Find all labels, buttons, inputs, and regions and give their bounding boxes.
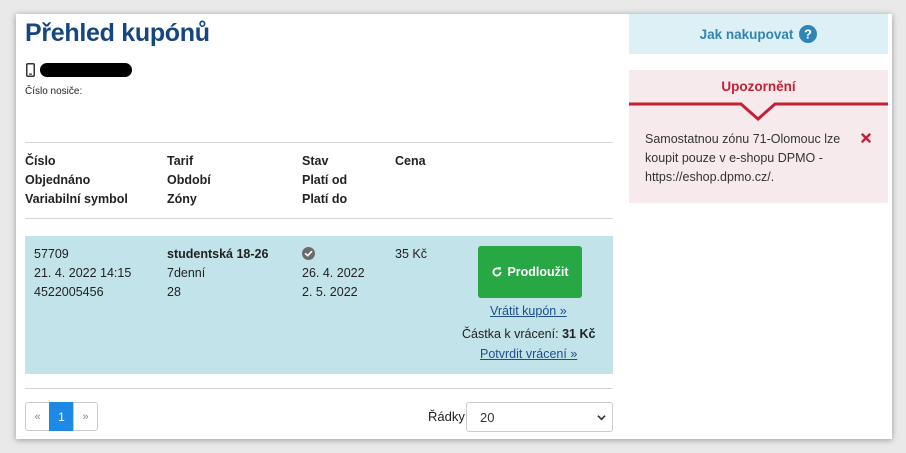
- carrier-number-label: Číslo nosiče:: [25, 86, 83, 97]
- chevron-down-icon: [597, 415, 606, 421]
- warning-title: Upozornění: [721, 79, 796, 94]
- svg-text:?: ?: [804, 27, 812, 42]
- refresh-icon: [493, 267, 502, 277]
- column-header-tariff: Tarif Období Zóny: [167, 154, 211, 206]
- pagination: « 1 »: [25, 402, 98, 431]
- cell-price: 35 Kč: [395, 247, 427, 261]
- redacted-carrier-number: [40, 63, 132, 77]
- cell-number: 57709 21. 4. 2022 14:15 4522005456: [34, 247, 132, 299]
- main-content: Přehled kupónů Číslo nosiče: Číslo Objed…: [25, 14, 613, 439]
- warning-divider: [629, 102, 888, 122]
- column-header-number: Číslo Objednáno Variabilní symbol: [25, 154, 128, 206]
- column-header-price: Cena: [395, 154, 426, 168]
- pagination-page-1[interactable]: 1: [49, 402, 74, 431]
- cell-tariff: studentská 18-26 7denní 28: [167, 247, 269, 299]
- column-header-status: Stav Platí od Platí do: [302, 154, 348, 206]
- confirm-return-link[interactable]: Potvrdit vrácení »: [480, 347, 577, 361]
- pagination-prev[interactable]: «: [25, 402, 50, 431]
- divider: [25, 388, 613, 389]
- refund-amount: Částka k vrácení: 31 Kč: [462, 327, 596, 341]
- divider: [25, 218, 613, 219]
- sidebar: Jak nakupovat ? Upozornění Samostatnou z…: [629, 14, 888, 439]
- page-title: Přehled kupónů: [25, 19, 210, 47]
- divider: [25, 142, 613, 143]
- rows-per-page-label: Řádky: [428, 409, 465, 424]
- rows-per-page-select[interactable]: 20: [466, 402, 613, 432]
- warning-text: Samostatnou zónu 71-Olomouc lze koupit p…: [645, 132, 841, 184]
- renew-button[interactable]: Prodloužit: [478, 246, 582, 298]
- return-coupon-link[interactable]: Vrátit kupón »: [490, 304, 567, 318]
- how-to-buy-link[interactable]: Jak nakupovat ?: [629, 14, 888, 54]
- pagination-next[interactable]: »: [73, 402, 98, 431]
- check-circle-icon: [302, 247, 315, 260]
- close-icon[interactable]: [861, 133, 871, 143]
- page-frame: Přehled kupónů Číslo nosiče: Číslo Objed…: [16, 14, 892, 439]
- help-icon: ?: [799, 25, 818, 43]
- table-row: 57709 21. 4. 2022 14:15 4522005456 stude…: [25, 236, 613, 374]
- phone-icon: [26, 63, 35, 77]
- cell-status: 26. 4. 2022 2. 5. 2022: [302, 245, 365, 302]
- warning-box: Upozornění Samostatnou zónu 71-Olomouc l…: [629, 70, 888, 203]
